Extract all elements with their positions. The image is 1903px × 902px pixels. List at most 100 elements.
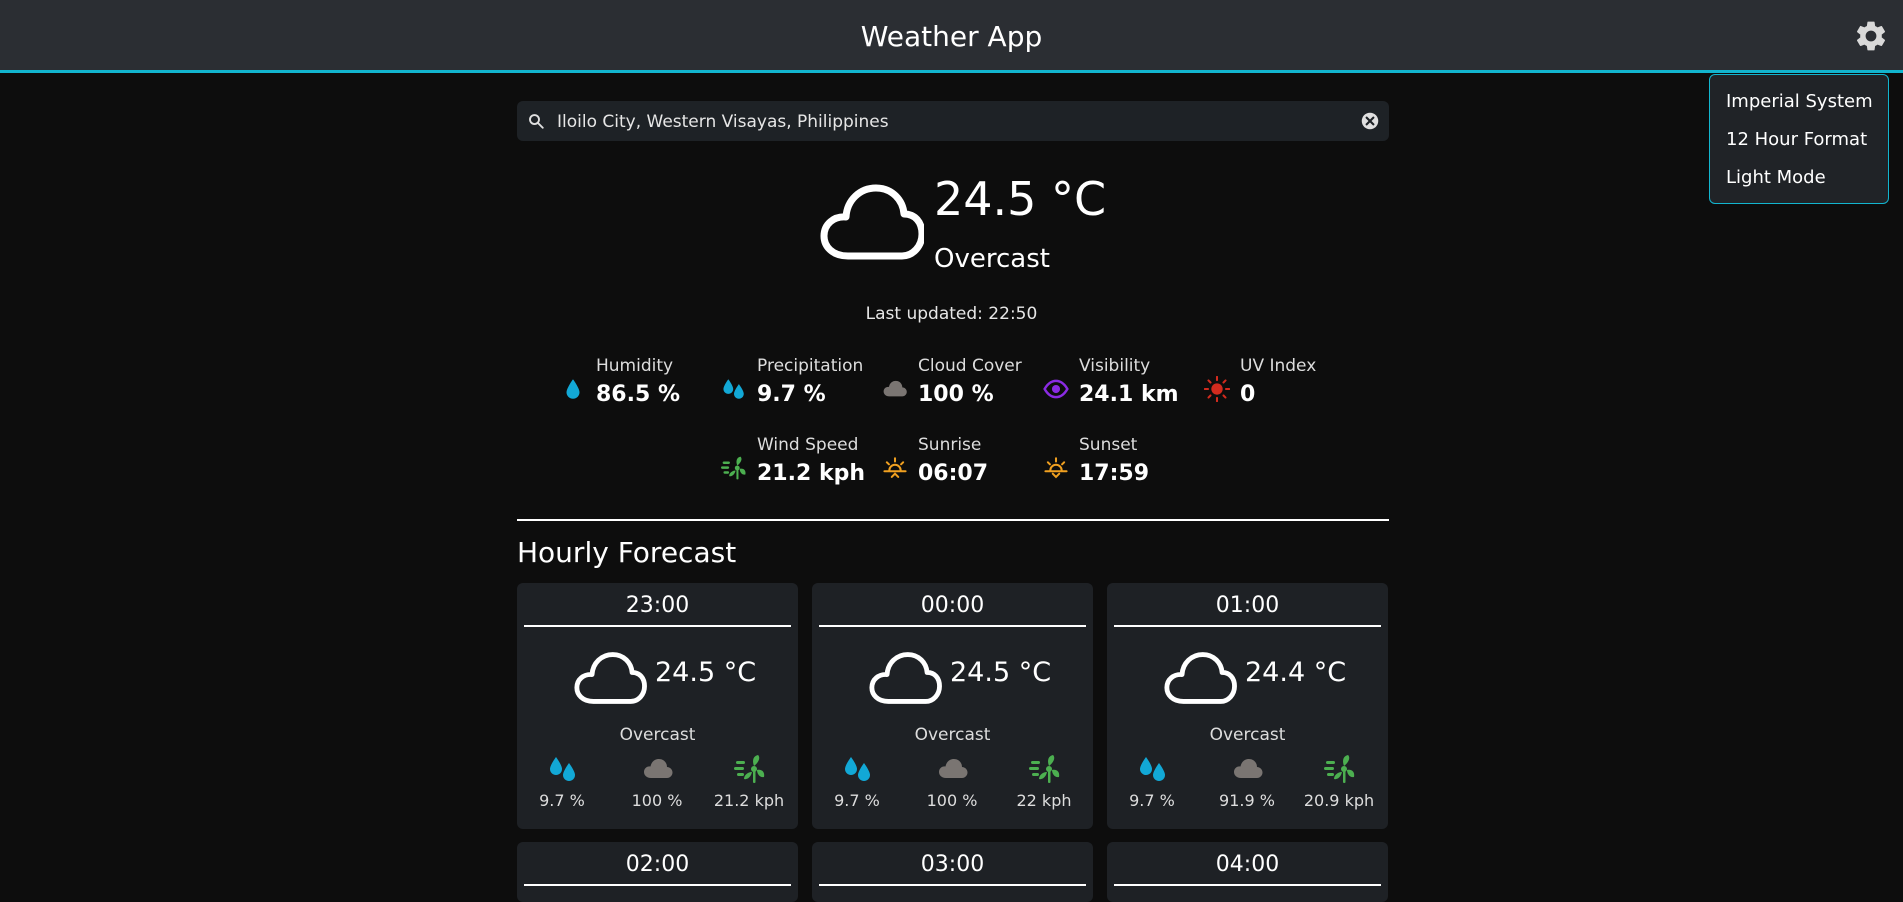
- stat-label: Sunrise: [918, 435, 982, 455]
- stat-label: UV Index: [1240, 356, 1317, 376]
- stat-sunrise: Sunrise 06:07: [882, 435, 1042, 487]
- stat-label: Visibility: [1079, 356, 1151, 376]
- hour-cloud-cover-value: 91.9 %: [1219, 791, 1275, 810]
- droplet-icon: [560, 376, 586, 402]
- stat-value: 06:07: [918, 461, 989, 486]
- hour-precipitation: 9.7 %: [1107, 753, 1197, 813]
- stat-wind-speed: Wind Speed 21.2 kph: [721, 435, 881, 487]
- stat-value: 24.1 km: [1079, 382, 1179, 407]
- stat-value: 0: [1240, 382, 1256, 407]
- hour-time: 01:00: [1215, 593, 1280, 618]
- stat-visibility: Visibility 24.1 km: [1043, 356, 1203, 408]
- hour-time: 03:00: [920, 852, 985, 877]
- hour-temperature: 24.4 °C: [1245, 657, 1347, 688]
- current-condition: Overcast: [934, 244, 1050, 274]
- hour-wind-value: 22 kph: [1016, 791, 1072, 810]
- current-weather: 24.5 °C Overcast: [820, 170, 1120, 280]
- droplets-icon: [547, 753, 579, 785]
- hourly-forecast-title: Hourly Forecast: [517, 536, 737, 569]
- hour-precipitation: 9.7 %: [517, 753, 607, 813]
- stat-label: Sunset: [1079, 435, 1138, 455]
- hour-divider: [819, 884, 1086, 886]
- droplets-icon: [842, 753, 874, 785]
- hour-time: 02:00: [625, 852, 690, 877]
- hourly-card: 00:00 24.5 °C Overcast 9.7 % 100 % 22 kp…: [812, 583, 1093, 829]
- hour-wind-value: 20.9 kph: [1303, 791, 1375, 810]
- stat-sunset: Sunset 17:59: [1043, 435, 1203, 487]
- cloud-icon: [868, 649, 942, 707]
- hour-precipitation: 9.7 %: [812, 753, 902, 813]
- stat-label: Humidity: [596, 356, 674, 376]
- section-divider: [517, 519, 1389, 521]
- hour-precipitation-value: 9.7 %: [1129, 791, 1175, 810]
- hour-time: 04:00: [1215, 852, 1280, 877]
- stat-value: 17:59: [1079, 461, 1150, 486]
- menu-item-imperial-system[interactable]: Imperial System: [1710, 83, 1888, 121]
- hour-divider: [1114, 625, 1381, 627]
- hour-time: 00:00: [920, 593, 985, 618]
- location-search: [517, 101, 1389, 143]
- cloud-icon: [820, 180, 924, 264]
- hour-wind-value: 21.2 kph: [713, 791, 785, 810]
- droplets-icon: [721, 376, 747, 402]
- cloud-icon: [937, 753, 969, 785]
- cloud-icon: [1232, 753, 1264, 785]
- hour-cloud-cover-value: 100 %: [926, 791, 978, 810]
- menu-item-light-mode[interactable]: Light Mode: [1710, 159, 1888, 197]
- app-header: Weather App: [0, 0, 1903, 73]
- wind-icon: [1324, 753, 1356, 785]
- wind-icon: [1029, 753, 1061, 785]
- stat-value: 9.7 %: [757, 382, 826, 407]
- hourly-card: 03:00: [812, 842, 1093, 902]
- stat-value: 86.5 %: [596, 382, 680, 407]
- menu-item-12-hour-format[interactable]: 12 Hour Format: [1710, 121, 1888, 159]
- hourly-card: 01:00 24.4 °C Overcast 9.7 % 91.9 % 20.9…: [1107, 583, 1388, 829]
- clear-icon[interactable]: [1361, 112, 1379, 130]
- hour-cloud-cover: 100 %: [907, 753, 997, 813]
- current-temperature: 24.5 °C: [934, 172, 1107, 226]
- stat-value: 100 %: [918, 382, 994, 407]
- stat-label: Precipitation: [757, 356, 864, 376]
- hour-wind: 20.9 kph: [1294, 753, 1384, 813]
- settings-menu: Imperial System 12 Hour Format Light Mod…: [1709, 74, 1889, 204]
- hour-divider: [1114, 884, 1381, 886]
- eye-icon: [1043, 376, 1069, 402]
- hour-temperature: 24.5 °C: [950, 657, 1052, 688]
- hour-condition: Overcast: [619, 725, 696, 745]
- stat-label: Cloud Cover: [918, 356, 1022, 376]
- hour-wind: 22 kph: [999, 753, 1089, 813]
- hourly-card: 02:00: [517, 842, 798, 902]
- stat-value: 21.2 kph: [757, 461, 865, 486]
- hour-condition: Overcast: [914, 725, 991, 745]
- app-title: Weather App: [860, 20, 1043, 53]
- hour-cloud-cover: 91.9 %: [1202, 753, 1292, 813]
- cloud-icon: [573, 649, 647, 707]
- cloud-icon: [882, 376, 908, 402]
- stat-cloud-cover: Cloud Cover 100 %: [882, 356, 1042, 408]
- hour-time: 23:00: [625, 593, 690, 618]
- sunrise-icon: [882, 455, 908, 481]
- sunset-icon: [1043, 455, 1069, 481]
- hour-divider: [524, 625, 791, 627]
- hour-cloud-cover-value: 100 %: [631, 791, 683, 810]
- hour-condition: Overcast: [1209, 725, 1286, 745]
- stat-label: Wind Speed: [757, 435, 859, 455]
- hour-divider: [524, 884, 791, 886]
- cloud-icon: [642, 753, 674, 785]
- hour-precipitation-value: 9.7 %: [539, 791, 585, 810]
- wind-icon: [734, 753, 766, 785]
- hourly-card: 04:00: [1107, 842, 1388, 902]
- gear-icon[interactable]: [1853, 18, 1889, 54]
- hour-precipitation-value: 9.7 %: [834, 791, 880, 810]
- last-updated: Last updated: 22:50: [865, 304, 1038, 324]
- stat-precipitation: Precipitation 9.7 %: [721, 356, 881, 408]
- search-icon: [527, 112, 545, 130]
- stat-uv-index: UV Index 0: [1204, 356, 1364, 408]
- sun-icon: [1204, 376, 1230, 402]
- droplets-icon: [1137, 753, 1169, 785]
- hourly-card: 23:00 24.5 °C Overcast 9.7 % 100 % 21.2 …: [517, 583, 798, 829]
- hour-divider: [819, 625, 1086, 627]
- search-input[interactable]: [555, 101, 1339, 143]
- cloud-icon: [1163, 649, 1237, 707]
- wind-icon: [721, 455, 747, 481]
